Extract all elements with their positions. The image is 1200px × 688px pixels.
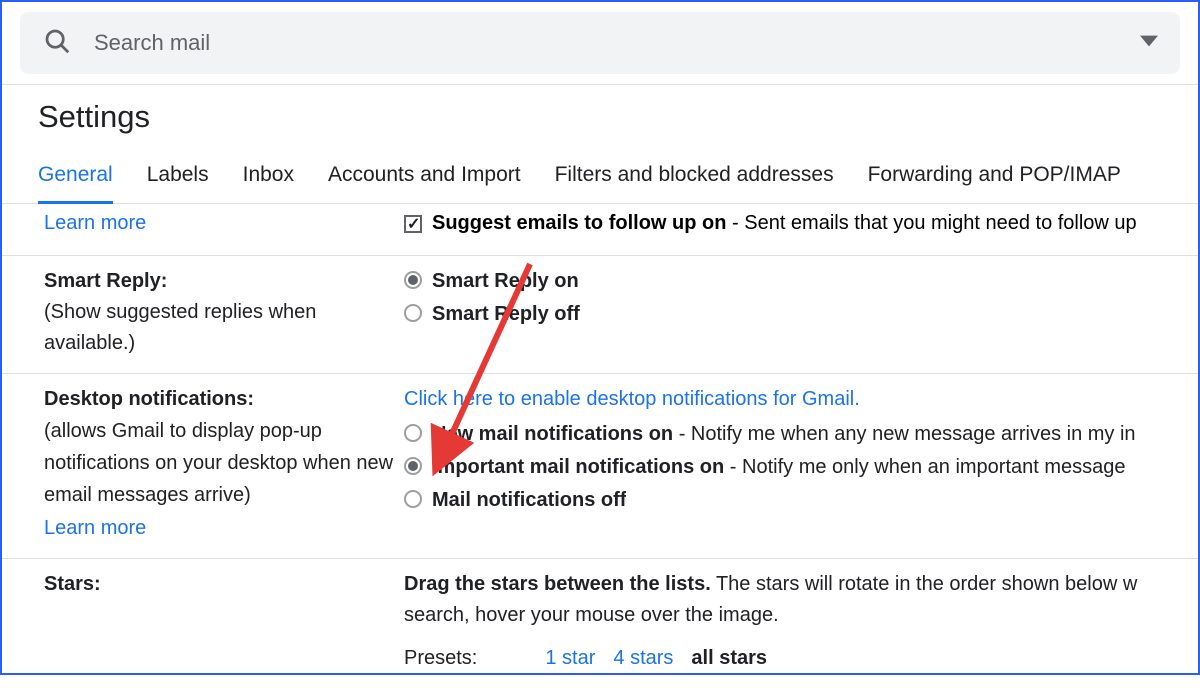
desktop-notif-sub: (allows Gmail to display pop-up notifica… — [44, 415, 404, 511]
tab-accounts-import[interactable]: Accounts and Import — [328, 163, 521, 203]
smart-reply-on-label: Smart Reply on — [432, 266, 579, 297]
presets-label: Presets: — [404, 643, 477, 674]
smart-reply-sub: (Show suggested replies when available.) — [44, 297, 404, 359]
suggest-followup-checkbox[interactable] — [404, 215, 422, 233]
suggest-followup-label: Suggest emails to follow up on - Sent em… — [432, 208, 1137, 239]
tab-inbox[interactable]: Inbox — [243, 163, 294, 203]
important-mail-notif-label: Important mail notifications on - Notify… — [432, 452, 1126, 483]
preset-4-stars[interactable]: 4 stars — [613, 643, 673, 674]
settings-tabs: General Labels Inbox Accounts and Import… — [2, 149, 1198, 204]
page-title: Settings — [2, 85, 1198, 149]
desktop-notif-title: Desktop notifications: — [44, 388, 254, 410]
tab-forwarding-pop-imap[interactable]: Forwarding and POP/IMAP — [868, 163, 1121, 203]
desktop-notif-learn-more-link[interactable]: Learn more — [44, 513, 404, 544]
tab-filters-blocked[interactable]: Filters and blocked addresses — [555, 163, 834, 203]
important-mail-notif-radio[interactable] — [404, 457, 422, 475]
mail-notif-off-radio[interactable] — [404, 490, 422, 508]
smart-reply-on-radio[interactable] — [404, 271, 422, 289]
stars-intro-line2: search, hover your mouse over the image. — [404, 600, 1162, 631]
settings-sections: Learn more Suggest emails to follow up o… — [2, 204, 1198, 688]
stars-title: Stars: — [44, 573, 101, 595]
preset-all-stars[interactable]: all stars — [691, 643, 767, 674]
new-mail-notif-label: New mail notifications on - Notify me wh… — [432, 419, 1136, 450]
smart-reply-title: Smart Reply: — [44, 266, 404, 297]
search-bar[interactable]: Search mail — [20, 12, 1180, 74]
stars-presets: Presets: 1 star 4 stars all stars — [404, 643, 1162, 674]
smart-reply-off-radio[interactable] — [404, 304, 422, 322]
section-stars: Stars: Drag the stars between the lists.… — [2, 559, 1198, 688]
section-nudges: Learn more Suggest emails to follow up o… — [2, 204, 1198, 256]
nudges-learn-more-link[interactable]: Learn more — [44, 212, 146, 234]
tab-labels[interactable]: Labels — [147, 163, 209, 203]
section-desktop-notifications: Desktop notifications: (allows Gmail to … — [2, 374, 1198, 559]
preset-1-star[interactable]: 1 star — [545, 643, 595, 674]
search-icon — [42, 26, 72, 61]
section-smart-reply: Smart Reply: (Show suggested replies whe… — [2, 256, 1198, 374]
enable-desktop-notif-link[interactable]: Click here to enable desktop notificatio… — [404, 388, 860, 410]
search-options-dropdown[interactable] — [1140, 32, 1158, 55]
new-mail-notif-radio[interactable] — [404, 424, 422, 442]
search-placeholder: Search mail — [94, 30, 210, 56]
stars-intro: Drag the stars between the lists. The st… — [404, 569, 1162, 600]
tab-general[interactable]: General — [38, 163, 113, 204]
mail-notif-off-label: Mail notifications off — [432, 485, 626, 516]
smart-reply-off-label: Smart Reply off — [432, 299, 580, 330]
